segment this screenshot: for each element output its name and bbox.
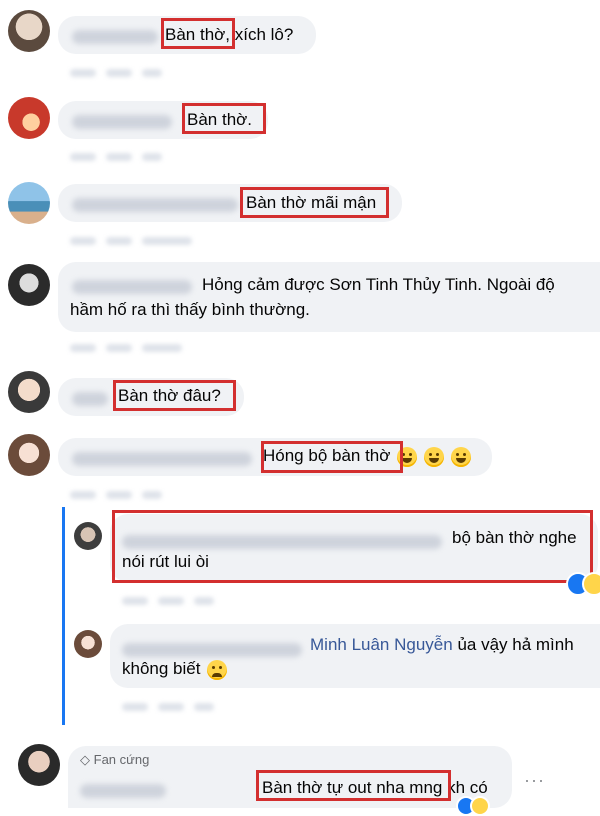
comment-text-line1: Hỏng cảm được Sơn Tinh Thủy Tinh. Ngoài … bbox=[202, 275, 555, 294]
avatar[interactable] bbox=[18, 744, 60, 786]
comment-actions[interactable] bbox=[70, 64, 172, 77]
reply-text-rest: ủa vậy hả mình bbox=[452, 635, 574, 654]
avatar[interactable] bbox=[8, 264, 50, 306]
highlight-box bbox=[112, 510, 593, 583]
reply-actions[interactable] bbox=[122, 698, 224, 711]
avatar[interactable] bbox=[74, 630, 102, 658]
highlight-box bbox=[240, 187, 389, 218]
haha-reaction-icon[interactable] bbox=[470, 796, 490, 816]
commenter-name[interactable] bbox=[72, 196, 238, 214]
reply-text-line1: Minh Luân Nguyễn ủa vậy hả mình bbox=[310, 634, 574, 656]
highlight-box bbox=[182, 103, 266, 134]
confused-emoji bbox=[207, 659, 228, 680]
diamond-icon: ◇ bbox=[80, 752, 90, 767]
highlight-box bbox=[161, 18, 235, 49]
avatar[interactable] bbox=[8, 10, 50, 52]
more-options-icon[interactable]: ··· bbox=[524, 770, 545, 791]
sweat-smile-emoji bbox=[450, 446, 471, 467]
commenter-name[interactable] bbox=[80, 782, 166, 800]
fan-badge-label: Fan cứng bbox=[93, 752, 150, 767]
reply-actions[interactable] bbox=[122, 592, 224, 605]
haha-reaction-icon[interactable] bbox=[582, 572, 600, 596]
reply-text-line2: không biết bbox=[122, 658, 228, 680]
comment-actions[interactable] bbox=[70, 486, 172, 499]
sweat-smile-emoji bbox=[423, 446, 444, 467]
highlight-box bbox=[113, 380, 236, 411]
avatar[interactable] bbox=[8, 97, 50, 139]
avatar[interactable] bbox=[8, 371, 50, 413]
comment-bubble bbox=[58, 262, 600, 332]
comment-text-line2: hầm hố ra thì thấy bình thường. bbox=[70, 300, 310, 319]
reply-text-label: không biết bbox=[122, 659, 201, 678]
comment-actions[interactable] bbox=[70, 232, 202, 245]
commenter-name[interactable] bbox=[72, 450, 252, 468]
thread-line bbox=[62, 507, 65, 725]
mention-link[interactable]: Minh Luân Nguyễn bbox=[310, 635, 453, 654]
comment-actions[interactable] bbox=[70, 339, 192, 352]
fan-badge: ◇ Fan cứng bbox=[80, 752, 149, 768]
commenter-name[interactable] bbox=[72, 390, 108, 408]
highlight-box bbox=[256, 770, 451, 801]
commenter-name[interactable] bbox=[72, 113, 172, 131]
commenter-name[interactable] bbox=[72, 28, 158, 46]
avatar[interactable] bbox=[8, 434, 50, 476]
replier-name[interactable] bbox=[122, 641, 302, 659]
commenter-name[interactable] bbox=[72, 278, 192, 296]
highlight-box bbox=[261, 441, 403, 473]
avatar[interactable] bbox=[74, 522, 102, 550]
comment-actions[interactable] bbox=[70, 148, 172, 161]
avatar[interactable] bbox=[8, 182, 50, 224]
